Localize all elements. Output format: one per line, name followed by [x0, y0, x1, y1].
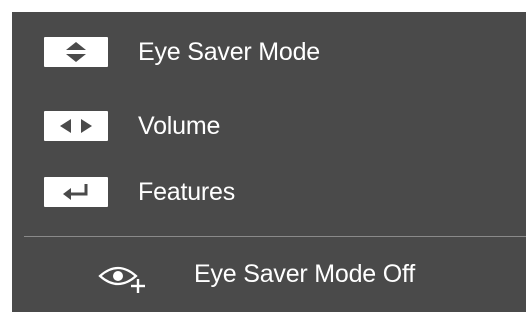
menu-item-features[interactable]: Features	[12, 167, 526, 217]
eye-saver-status: Eye Saver Mode Off	[194, 260, 416, 288]
status-footer: Eye Saver Mode Off	[12, 248, 526, 304]
osd-panel: Eye Saver Mode Volume Features Eye Saver…	[12, 12, 526, 312]
enter-return-icon	[44, 177, 108, 207]
menu-item-eye-saver-mode[interactable]: Eye Saver Mode	[12, 27, 526, 77]
eye-plus-icon	[96, 262, 152, 301]
divider	[24, 236, 526, 237]
up-down-arrows-icon	[44, 37, 108, 67]
menu-item-volume[interactable]: Volume	[12, 101, 526, 151]
menu-item-label: Features	[138, 177, 236, 206]
menu-item-label: Volume	[138, 111, 221, 140]
left-right-arrows-icon	[44, 111, 108, 141]
menu-item-label: Eye Saver Mode	[138, 37, 321, 66]
